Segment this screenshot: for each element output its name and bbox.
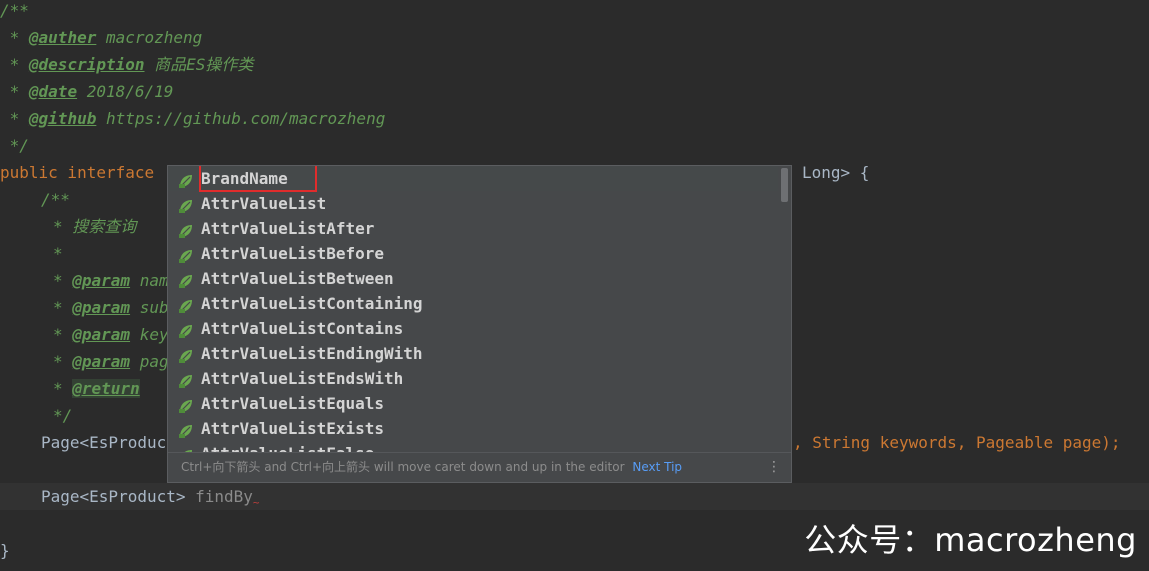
javadoc-tag: @auther [28, 28, 97, 47]
code-line-15: * @return [53, 375, 140, 402]
spring-leaf-icon [178, 221, 194, 238]
completion-item-label: AttrValueListBefore [201, 244, 385, 263]
javadoc-text: https://github.com/macrozheng [96, 109, 386, 128]
code-line-6: */ [0, 136, 29, 155]
code-line-8: /** [41, 190, 70, 209]
param-name: pag [130, 352, 169, 371]
code-line-10: * [53, 244, 63, 263]
spring-leaf-icon [178, 421, 194, 438]
completion-item[interactable]: AttrValueListBefore [168, 241, 780, 266]
code-line-5: * @github https://github.com/macrozheng [0, 109, 386, 128]
spring-leaf-icon [178, 171, 194, 188]
more-options-icon[interactable]: ⋮ [767, 453, 781, 481]
completion-item-label: AttrValueListContains [201, 319, 404, 338]
javadoc-tag: @param [72, 271, 131, 290]
params-b: , Pageable page) [956, 433, 1111, 452]
completion-item[interactable]: AttrValueListBetween [168, 266, 780, 291]
javadoc-text: 商品ES操作类 [144, 55, 254, 74]
completion-item[interactable]: AttrValueListContaining [168, 291, 780, 316]
code-line-17-tail: , String keywords, Pageable page); [793, 429, 1121, 456]
javadoc-tag: @param [72, 325, 131, 344]
spring-leaf-icon [178, 371, 194, 388]
completion-item[interactable]: BrandName [168, 166, 780, 192]
javadoc-text: 2018/6/19 [77, 82, 174, 101]
spring-leaf-icon [178, 296, 194, 313]
completion-item-label: AttrValueListAfter [201, 219, 375, 238]
spring-leaf-icon [178, 271, 194, 288]
param-name: sub [130, 298, 169, 317]
code-line-4: * @date 2018/6/19 [0, 82, 174, 101]
completion-scrollbar[interactable] [778, 166, 791, 453]
comment-star: * [53, 271, 73, 290]
completion-item[interactable]: AttrValueList [168, 191, 780, 216]
javadoc-tag: @param [72, 298, 131, 317]
comment-star: * [53, 379, 73, 398]
code-line-21: } [0, 541, 10, 560]
code-line-1: /** [0, 1, 29, 20]
next-tip-link[interactable]: Next Tip [632, 460, 682, 474]
return-type: Page<EsProduct> [41, 487, 196, 506]
code-line-2: * @auther macrozheng [0, 28, 203, 47]
completion-item-label: AttrValueListBetween [201, 269, 394, 288]
completion-item-label: AttrValueListExists [201, 419, 385, 438]
completion-item-label: AttrValueListEndingWith [201, 344, 423, 363]
code-line-13: * @param key [53, 321, 169, 348]
completion-item[interactable]: AttrValueListEndingWith [168, 341, 780, 366]
watermark: 公众号：macrozheng [804, 521, 1137, 559]
keyword: public interface [0, 163, 155, 182]
code-line-14: * @param pag [53, 348, 169, 375]
code-line-11: * @param nam [53, 267, 169, 294]
code-line-12: * @param sub [53, 294, 169, 321]
javadoc-tag: @github [28, 109, 97, 128]
comment-star: * [53, 325, 73, 344]
code-line-16: */ [53, 406, 73, 425]
javadoc-tag: @param [72, 352, 131, 371]
code-line-19[interactable]: Page<EsProduct> findBy~ [41, 483, 260, 510]
javadoc-tag: @description [28, 55, 145, 74]
completion-item[interactable]: AttrValueListExists [168, 416, 780, 441]
code-line-17: Page<EsProduc [41, 433, 167, 452]
spring-leaf-icon [178, 396, 194, 413]
javadoc-tag: @date [28, 82, 78, 101]
error-squiggle: ~ [252, 496, 260, 509]
completion-item[interactable]: AttrValueListEquals [168, 391, 780, 416]
spring-leaf-icon [178, 196, 194, 213]
code-completion-popup[interactable]: BrandName AttrValueList AttrValueListAfter… [167, 165, 792, 483]
selection-highlight-box [199, 166, 317, 192]
code-line-9: * 搜索查询 [53, 217, 137, 236]
completion-footer: Ctrl+向下箭头 and Ctrl+向上箭头 will move caret … [168, 452, 791, 482]
spring-leaf-icon [178, 246, 194, 263]
javadoc-text: macrozheng [96, 28, 203, 47]
completion-item-label: AttrValueListContaining [201, 294, 423, 313]
code-line-7: public interface [0, 159, 154, 186]
comment-star: * [53, 298, 73, 317]
javadoc-tag: @return [72, 379, 140, 398]
completion-item[interactable]: AttrValueListContains [168, 316, 780, 341]
completion-list[interactable]: BrandName AttrValueList AttrValueListAfter… [168, 166, 780, 453]
typed-text[interactable]: findBy [195, 487, 253, 506]
code-line-3: * @description 商品ES操作类 [0, 55, 254, 74]
completion-item-label: AttrValueListEndsWith [201, 369, 404, 388]
spring-leaf-icon [178, 346, 194, 363]
footer-hint: Ctrl+向下箭头 and Ctrl+向上箭头 will move caret … [181, 460, 625, 474]
params-a: , String keywords [793, 433, 957, 452]
param-name: nam [130, 271, 169, 290]
spring-leaf-icon [178, 321, 194, 338]
semicolon: ; [1110, 433, 1121, 452]
completion-item[interactable]: AttrValueListAfter [168, 216, 780, 241]
code-line-7-tail: Long> { [802, 163, 870, 182]
completion-item-label: AttrValueList [201, 194, 327, 213]
comment-star: * [53, 352, 73, 371]
scrollbar-thumb[interactable] [781, 168, 788, 202]
param-name: key [130, 325, 169, 344]
completion-item[interactable]: AttrValueListEndsWith [168, 366, 780, 391]
completion-item-label: AttrValueListEquals [201, 394, 385, 413]
